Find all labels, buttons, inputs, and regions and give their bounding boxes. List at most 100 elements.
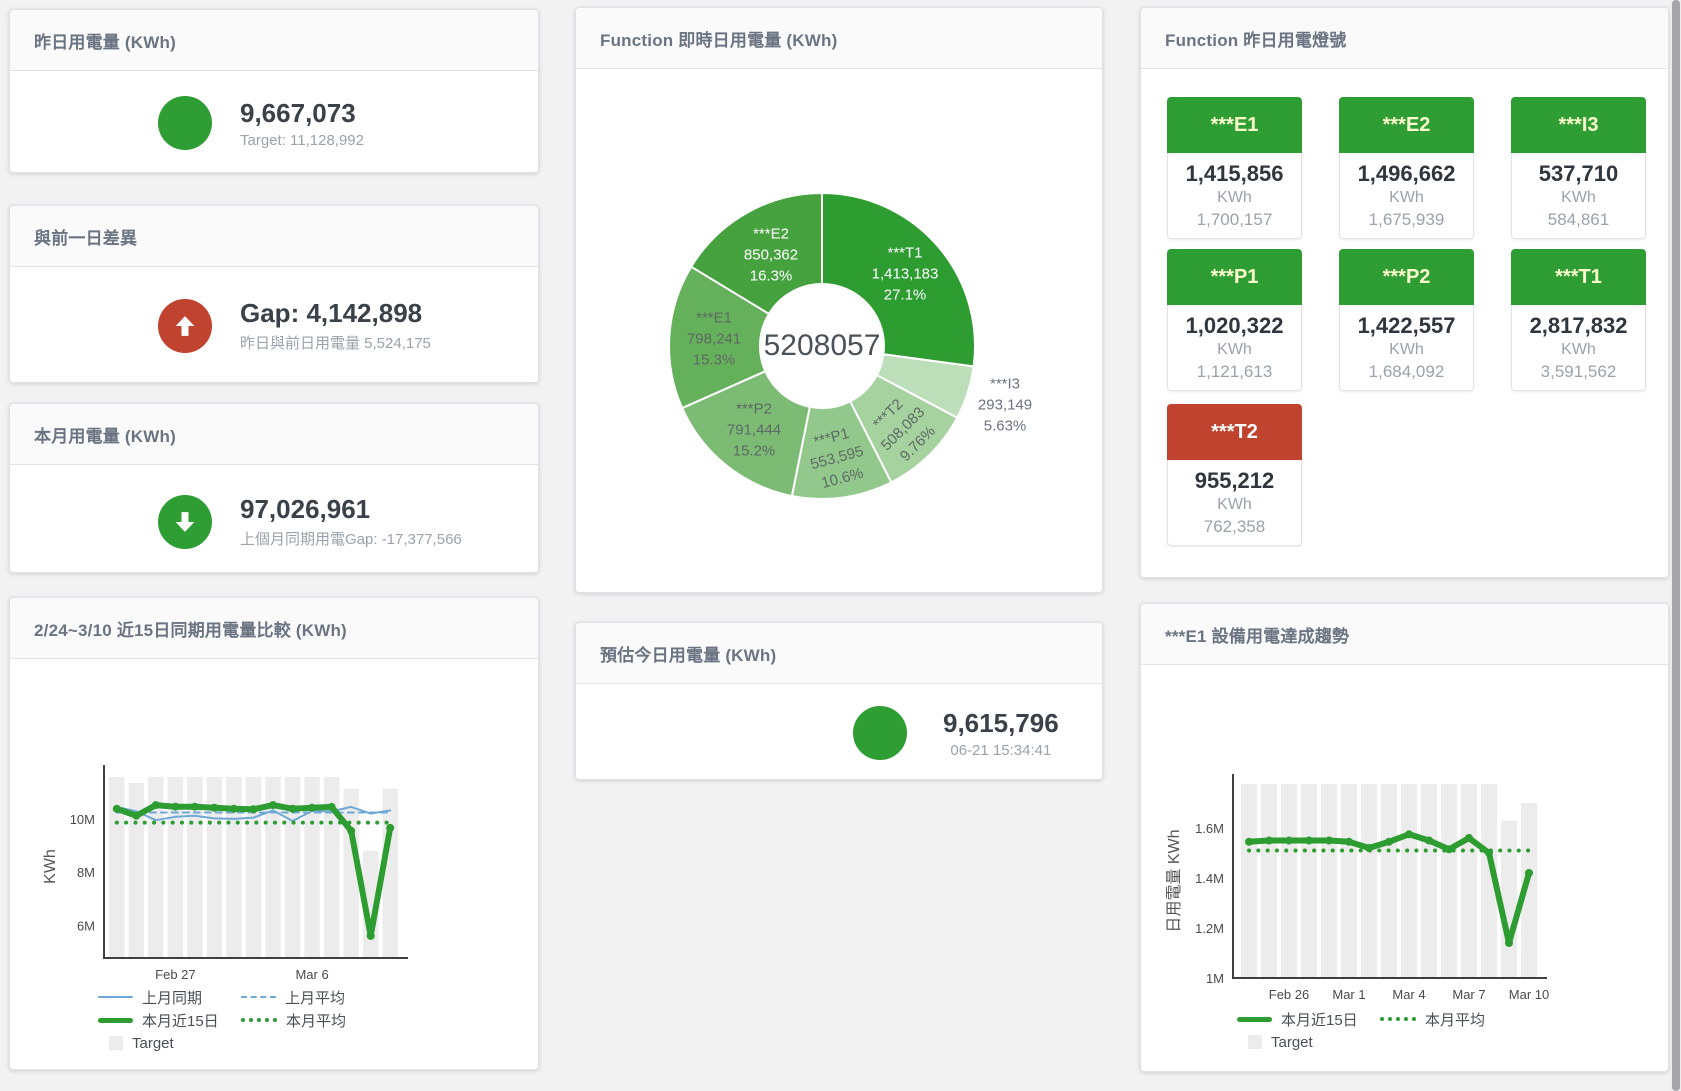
series-point bbox=[1365, 844, 1373, 852]
status-tile-body: 2,817,832KWh3,591,562 bbox=[1511, 305, 1646, 391]
legend-box-swatch bbox=[109, 1036, 123, 1050]
function-usage-donut-chart[interactable] bbox=[576, 68, 1102, 592]
legend-item[interactable]: 上月同期 bbox=[98, 987, 241, 1008]
legend-item[interactable]: 本月近15日 bbox=[1237, 1009, 1380, 1030]
estimate-timestamp: 06-21 15:34:41 bbox=[943, 742, 1059, 759]
series-point bbox=[1425, 837, 1433, 845]
target-bar bbox=[1321, 784, 1337, 978]
pie-slice-T1[interactable] bbox=[822, 193, 975, 367]
series-point bbox=[1285, 837, 1293, 845]
x-axis-tick-label: Mar 1 bbox=[1332, 987, 1365, 1002]
tile-unit: KWh bbox=[1389, 187, 1424, 209]
card-estimate-today: 預估今日用電量 (KWh) 9,615,796 06-21 15:34:41 bbox=[575, 622, 1103, 780]
legend-dotted-line-swatch bbox=[1380, 1017, 1416, 1021]
status-tile[interactable]: ***P11,020,322KWh1,121,613 bbox=[1167, 249, 1302, 391]
x-axis-tick-label: Mar 7 bbox=[1452, 987, 1485, 1002]
legend-label: 上月同期 bbox=[142, 987, 202, 1008]
target-bar bbox=[1361, 784, 1377, 978]
tile-unit: KWh bbox=[1561, 187, 1596, 209]
series-point bbox=[1345, 838, 1353, 846]
series-point bbox=[230, 805, 238, 813]
day-gap-subtitle: 昨日與前日用電量 5,524,175 bbox=[240, 332, 431, 353]
status-tile-header[interactable]: ***P1 bbox=[1167, 249, 1302, 305]
target-bar bbox=[1421, 784, 1437, 978]
tile-secondary-value: 1,675,939 bbox=[1369, 209, 1445, 231]
legend-item[interactable]: Target bbox=[98, 1035, 174, 1052]
status-tile-body: 1,020,322KWh1,121,613 bbox=[1167, 305, 1302, 391]
y-axis-tick-label: 1.6M bbox=[1195, 821, 1224, 836]
target-bar bbox=[285, 777, 301, 958]
target-bar bbox=[1501, 821, 1517, 979]
target-bar bbox=[1301, 784, 1317, 978]
legend-dotted-line-swatch bbox=[241, 1018, 277, 1022]
status-tile[interactable]: ***E11,415,856KWh1,700,157 bbox=[1167, 97, 1302, 239]
legend-item[interactable]: Target bbox=[1237, 1034, 1313, 1051]
y-axis-tick-label: 10M bbox=[70, 812, 95, 827]
target-bar bbox=[1461, 784, 1477, 978]
status-tile-body: 1,415,856KWh1,700,157 bbox=[1167, 153, 1302, 239]
status-tile[interactable]: ***T12,817,832KWh3,591,562 bbox=[1511, 249, 1646, 391]
legend-line-swatch bbox=[98, 1018, 133, 1023]
tile-unit: KWh bbox=[1561, 339, 1596, 361]
target-bar bbox=[1401, 784, 1417, 978]
status-tile-header[interactable]: ***E2 bbox=[1339, 97, 1474, 153]
target-bar bbox=[1241, 784, 1257, 978]
tile-unit: KWh bbox=[1217, 494, 1252, 516]
status-tile-header[interactable]: ***E1 bbox=[1167, 97, 1302, 153]
card-title: 2/24~3/10 近15日同期用電量比較 (KWh) bbox=[10, 598, 538, 659]
legend-item[interactable]: 本月平均 bbox=[241, 1010, 346, 1031]
target-bar bbox=[1381, 784, 1397, 978]
y-axis-tick-label: 8M bbox=[77, 865, 95, 880]
x-axis-tick-label: Feb 27 bbox=[155, 967, 195, 982]
status-tile-header[interactable]: ***P2 bbox=[1339, 249, 1474, 305]
status-tile-header[interactable]: ***I3 bbox=[1511, 97, 1646, 153]
legend-item[interactable]: 本月近15日 bbox=[98, 1010, 241, 1031]
target-bar bbox=[226, 777, 242, 958]
card-status-tiles: Function 昨日用電燈號 ***E11,415,856KWh1,700,1… bbox=[1140, 7, 1669, 578]
yesterday-usage-value: 9,667,073 bbox=[240, 98, 364, 128]
status-tiles-grid: ***E11,415,856KWh1,700,157 ***E21,496,662… bbox=[1141, 8, 1670, 579]
y-axis-tick-label: 6M bbox=[77, 918, 95, 933]
vertical-scrollbar-thumb[interactable] bbox=[1672, 0, 1680, 1091]
trend-chart-legend: 本月近15日本月平均 Target bbox=[1237, 1009, 1485, 1052]
tile-value: 955,212 bbox=[1195, 468, 1275, 494]
legend-label: 本月平均 bbox=[286, 1010, 346, 1031]
month-usage-value: 97,026,961 bbox=[240, 494, 462, 524]
card-month-usage: 本月用電量 (KWh) 97,026,961 上個月同期用電Gap: -17,3… bbox=[9, 403, 539, 573]
series-point bbox=[191, 803, 199, 811]
status-tile-body: 1,496,662KWh1,675,939 bbox=[1339, 153, 1474, 239]
status-tile-header[interactable]: ***T2 bbox=[1167, 404, 1302, 460]
status-green-circle-icon bbox=[158, 96, 212, 150]
status-tile-body: 537,710KWh584,861 bbox=[1511, 153, 1646, 239]
legend-item[interactable]: 本月平均 bbox=[1380, 1009, 1485, 1030]
tile-value: 1,020,322 bbox=[1186, 313, 1284, 339]
legend-label: 上月平均 bbox=[285, 987, 345, 1008]
status-tile[interactable]: ***E21,496,662KWh1,675,939 bbox=[1339, 97, 1474, 239]
series-point bbox=[132, 812, 140, 820]
yesterday-usage-target: Target: 11,128,992 bbox=[240, 132, 364, 149]
tile-value: 1,422,557 bbox=[1358, 313, 1456, 339]
series-point bbox=[1245, 838, 1253, 846]
status-tile-header[interactable]: ***T1 bbox=[1511, 249, 1646, 305]
y-axis-title: 日用電量 KWh bbox=[1166, 829, 1183, 932]
status-tile[interactable]: ***I3537,710KWh584,861 bbox=[1511, 97, 1646, 239]
target-bar bbox=[246, 777, 262, 958]
compare-chart-legend: 上月同期 上月平均本月近15日 本月平均 Target bbox=[98, 987, 346, 1053]
tile-secondary-value: 584,861 bbox=[1548, 209, 1609, 231]
status-tile[interactable]: ***T2 955,212KWh762,358 bbox=[1167, 404, 1302, 546]
tile-secondary-value: 1,121,613 bbox=[1197, 361, 1273, 383]
legend-line-swatch bbox=[98, 996, 133, 998]
card-compare-15day-chart: 2/24~3/10 近15日同期用電量比較 (KWh) 6M 8M 10M Feb 2… bbox=[9, 597, 539, 1070]
tile-value: 2,817,832 bbox=[1530, 313, 1628, 339]
status-tile[interactable]: ***P21,422,557KWh1,684,092 bbox=[1339, 249, 1474, 391]
series-point bbox=[269, 801, 277, 809]
tile-secondary-value: 762,358 bbox=[1204, 516, 1265, 538]
series-point bbox=[1405, 830, 1413, 838]
series-point bbox=[1325, 837, 1333, 845]
series-point bbox=[289, 805, 297, 813]
legend-item[interactable]: 上月平均 bbox=[241, 987, 345, 1008]
tile-unit: KWh bbox=[1217, 187, 1252, 209]
card-title: ***E1 設備用電達成趨勢 bbox=[1141, 604, 1668, 665]
series-point bbox=[1525, 869, 1533, 877]
tile-value: 1,415,856 bbox=[1186, 161, 1284, 187]
